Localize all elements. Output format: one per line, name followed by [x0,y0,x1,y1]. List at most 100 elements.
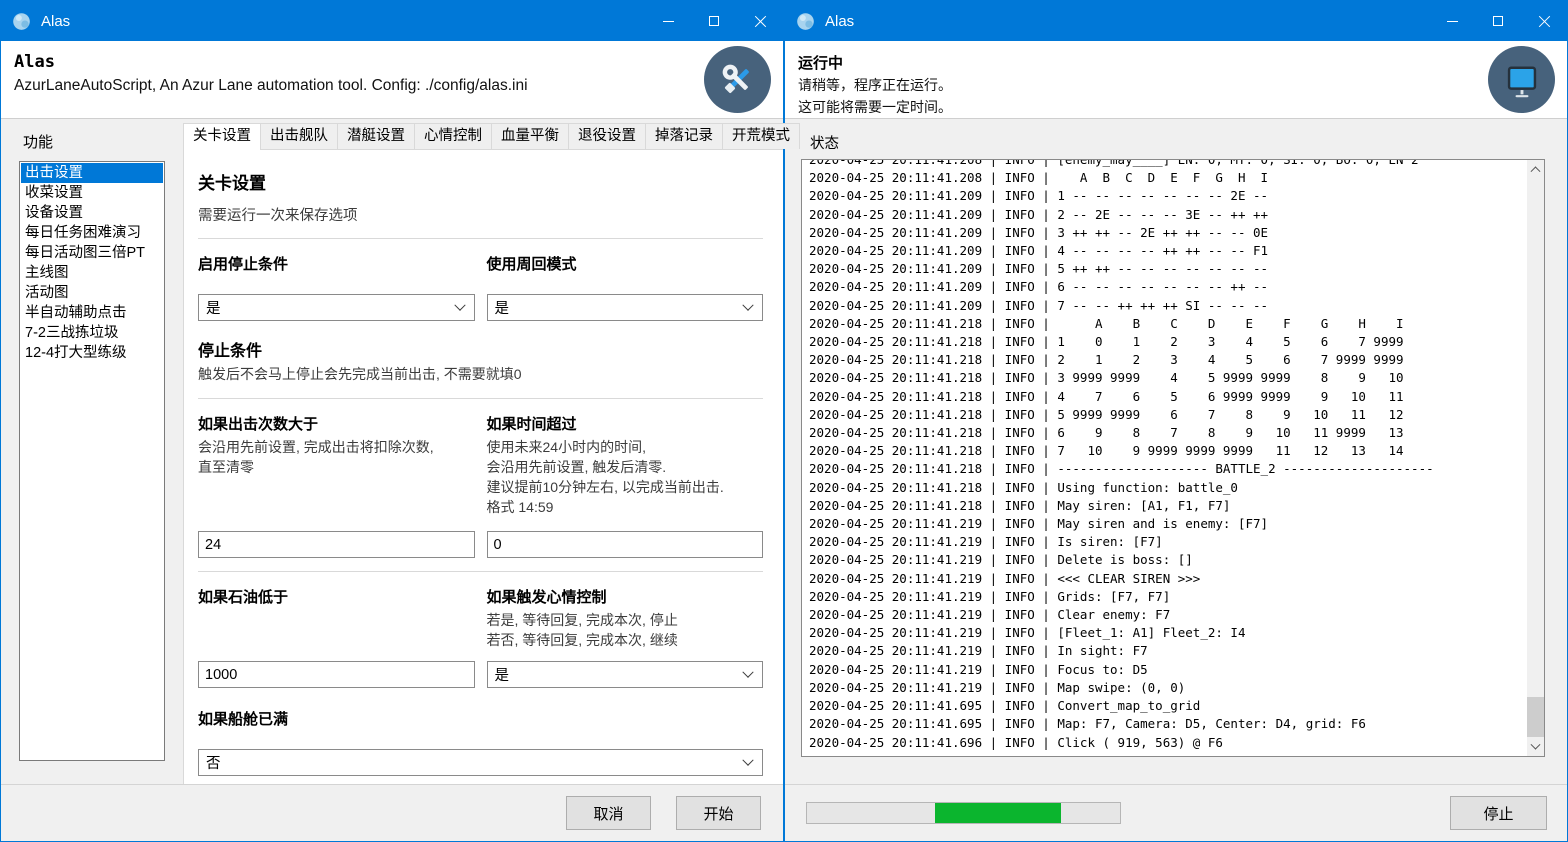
chevron-up-icon [1531,166,1541,176]
start-button[interactable]: 开始 [676,796,761,830]
function-sidebar: 功能 出击设置收菜设置设备设置每日任务困难演习每日活动图三倍PT主线图活动图半自… [1,119,183,784]
log-line: 2020-04-25 20:11:41.218 | INFO | 2 1 2 3… [809,351,1527,369]
loop-mode-select[interactable]: 是 [487,294,764,321]
emotion-trigger-value: 是 [495,664,510,685]
titlebar[interactable]: Alas [1,1,783,41]
log-line: 2020-04-25 20:11:41.209 | INFO | 3 ++ ++… [809,224,1527,242]
close-icon [1538,15,1551,28]
stop-enable-select[interactable]: 是 [198,294,475,321]
time-over-label: 如果时间超过 [487,413,764,434]
sidebar-item[interactable]: 半自动辅助点击 [21,303,163,323]
sidebar-item[interactable]: 出击设置 [21,163,163,183]
log-line: 2020-04-25 20:11:41.218 | INFO | May sir… [809,497,1527,515]
chevron-down-icon [742,299,753,310]
settings-tab[interactable]: 开荒模式 [722,123,800,149]
sidebar-item[interactable]: 设备设置 [21,203,163,223]
running-title: 运行中 [798,52,1477,73]
minimize-button[interactable] [1429,1,1475,41]
log-line: 2020-04-25 20:11:41.219 | INFO | In sigh… [809,642,1527,660]
log-line: 2020-04-25 20:11:41.219 | INFO | Grids: … [809,588,1527,606]
log-line: 2020-04-25 20:11:41.209 | INFO | 4 -- --… [809,242,1527,260]
log-line: 2020-04-25 20:11:41.219 | INFO | Focus t… [809,661,1527,679]
app-header: Alas AzurLaneAutoScript, An Azur Lane au… [1,41,783,119]
app-subtitle: AzurLaneAutoScript, An Azur Lane automat… [14,77,693,95]
log-line: 2020-04-25 20:11:41.219 | INFO | May sir… [809,515,1527,533]
emotion-trigger-help: 若是, 等待回复, 完成本次, 停止 若否, 等待回复, 完成本次, 继续 [487,611,764,651]
app-name: Alas [14,52,693,72]
scroll-down-button[interactable] [1527,739,1544,756]
monitor-icon [1499,57,1545,103]
settings-window: Alas Alas AzurLaneAutoScript, An Azur La… [0,0,784,842]
stop-condition-help: 触发后不会马上停止会先完成当前出击, 不需要就填0 [198,365,763,385]
loop-mode-value: 是 [495,297,510,318]
log-output[interactable]: 2020-04-25 20:11:41.208 | INFO | [enemy_… [802,160,1527,756]
log-line: 2020-04-25 20:11:41.219 | INFO | Is sire… [809,533,1527,551]
titlebar[interactable]: Alas [785,1,1567,41]
log-line: 2020-04-25 20:11:41.208 | INFO | [enemy_… [809,160,1527,169]
time-over-input[interactable] [487,531,764,558]
log-line: 2020-04-25 20:11:41.209 | INFO | 2 -- 2E… [809,206,1527,224]
sidebar-item[interactable]: 收菜设置 [21,183,163,203]
log-line: 2020-04-25 20:11:41.218 | INFO | 7 10 9 … [809,442,1527,460]
settings-tab[interactable]: 退役设置 [568,123,646,149]
dock-full-select[interactable]: 否 [198,749,763,776]
chevron-down-icon [454,299,465,310]
log-line: 2020-04-25 20:11:41.218 | INFO | 4 7 6 5… [809,388,1527,406]
settings-tabbar: 关卡设置出击舰队潜艇设置心情控制血量平衡退役设置掉落记录开荒模式 [183,123,783,149]
maximize-icon [1493,16,1503,26]
maximize-button[interactable] [691,1,737,41]
cancel-button[interactable]: 取消 [566,796,651,830]
minimize-icon [663,21,674,22]
stop-enable-label: 启用停止条件 [198,253,475,274]
emotion-trigger-label: 如果触发心情控制 [487,586,764,607]
settings-tab[interactable]: 掉落记录 [645,123,723,149]
sidebar-item[interactable]: 主线图 [21,263,163,283]
runner-window: Alas 运行中 请稍等，程序正在运行。 这可能将需要一定时间。 状态 2020… [784,0,1568,842]
log-line: 2020-04-25 20:11:41.219 | INFO | Clear e… [809,606,1527,624]
minimize-button[interactable] [645,1,691,41]
log-line: 2020-04-25 20:11:41.218 | INFO | Using f… [809,479,1527,497]
sidebar-title: 功能 [23,131,165,152]
log-line: 2020-04-25 20:11:41.218 | INFO | 1 0 1 2… [809,333,1527,351]
chevron-down-icon [742,754,753,765]
settings-tab[interactable]: 血量平衡 [491,123,569,149]
emotion-trigger-select[interactable]: 是 [487,661,764,688]
close-button[interactable] [737,1,783,41]
oil-low-input[interactable] [198,661,475,688]
time-over-help: 使用未来24小时内的时间, 会沿用先前设置, 触发后清零. 建议提前10分钟左右… [487,438,764,518]
sidebar-item[interactable]: 每日活动图三倍PT [21,243,163,263]
sidebar-item[interactable]: 12-4打大型练级 [21,343,163,363]
maximize-button[interactable] [1475,1,1521,41]
stop-condition-title: 停止条件 [198,337,763,361]
log-line: 2020-04-25 20:11:41.218 | INFO | 3 9999 … [809,369,1527,387]
status-label: 状态 [810,132,1545,153]
sidebar-item[interactable]: 7-2三战拣垃圾 [21,323,163,343]
sortie-count-label: 如果出击次数大于 [198,413,475,434]
log-line: 2020-04-25 20:11:41.209 | INFO | 6 -- --… [809,278,1527,296]
wrench-screwdriver-icon [716,58,760,102]
log-line: 2020-04-25 20:11:41.209 | INFO | 5 ++ ++… [809,260,1527,278]
log-line: 2020-04-25 20:11:41.218 | INFO | -------… [809,460,1527,478]
scrollbar-track[interactable] [1527,177,1544,739]
sortie-count-input[interactable] [198,531,475,558]
sidebar-item[interactable]: 每日任务困难演习 [21,223,163,243]
function-listbox[interactable]: 出击设置收菜设置设备设置每日任务困难演习每日活动图三倍PT主线图活动图半自动辅助… [19,161,165,761]
log-line: 2020-04-25 20:11:41.218 | INFO | 6 9 8 7… [809,424,1527,442]
log-box: 2020-04-25 20:11:41.208 | INFO | [enemy_… [801,159,1545,757]
chevron-down-icon [1531,740,1541,750]
log-line: 2020-04-25 20:11:41.696 | INFO | Click (… [809,734,1527,752]
settings-tab[interactable]: 潜艇设置 [337,123,415,149]
scroll-up-button[interactable] [1527,160,1544,177]
log-line: 2020-04-25 20:11:41.219 | INFO | [Fleet_… [809,624,1527,642]
settings-tab[interactable]: 出击舰队 [260,123,338,149]
loop-mode-label: 使用周回模式 [487,253,764,274]
settings-tab[interactable]: 心情控制 [414,123,492,149]
page-title: 关卡设置 [198,169,763,194]
close-button[interactable] [1521,1,1567,41]
log-scrollbar[interactable] [1527,160,1544,756]
stop-button[interactable]: 停止 [1450,796,1547,830]
sidebar-item[interactable]: 活动图 [21,283,163,303]
settings-tab[interactable]: 关卡设置 [183,123,261,150]
log-line: 2020-04-25 20:11:41.695 | INFO | Map: F7… [809,715,1527,733]
scrollbar-thumb[interactable] [1527,697,1544,737]
